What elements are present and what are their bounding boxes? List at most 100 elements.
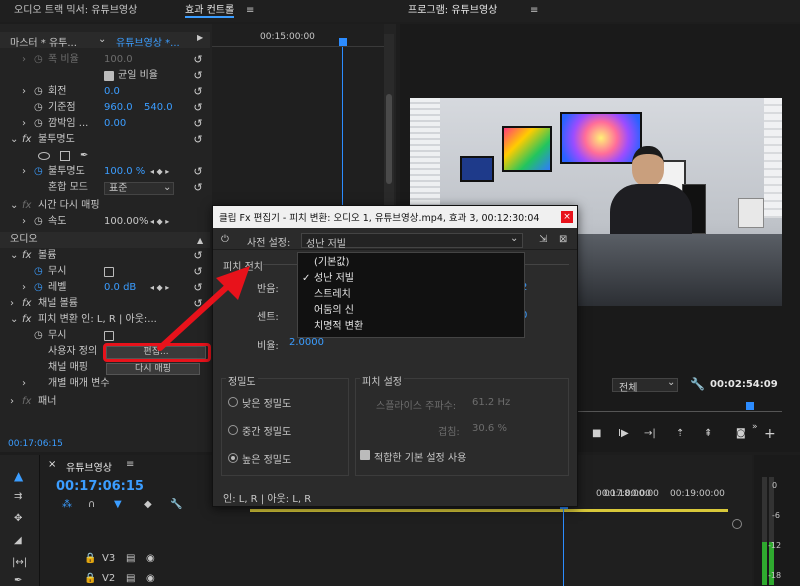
ec-playhead-marker[interactable] bbox=[339, 38, 347, 46]
stopwatch-icon[interactable]: ◷ bbox=[34, 52, 43, 68]
power-icon[interactable]: ⏻ bbox=[221, 234, 229, 245]
dialog-close-button[interactable]: × bbox=[561, 211, 573, 223]
expand-arrow-icon[interactable]: › bbox=[10, 296, 14, 312]
timeline-timecode[interactable]: 00:17:06:15 bbox=[56, 479, 144, 494]
pen-tool-icon[interactable]: ✒ bbox=[14, 575, 22, 586]
pen-mask-icon[interactable]: ✒ bbox=[80, 148, 88, 164]
bypass-checkbox[interactable] bbox=[104, 267, 114, 277]
add-button-icon[interactable]: + bbox=[764, 426, 776, 442]
razor-tool-icon[interactable]: ◢ bbox=[14, 535, 22, 546]
rectangle-mask-icon[interactable] bbox=[60, 151, 70, 161]
fx-icon[interactable]: fx bbox=[22, 296, 31, 312]
preset-option-dark-lord[interactable]: 어둠의 신 bbox=[314, 303, 354, 319]
speed-value[interactable]: 100.00% bbox=[104, 214, 149, 230]
anchor-y-value[interactable]: 540.0 bbox=[144, 100, 173, 116]
ellipse-mask-icon[interactable] bbox=[38, 152, 50, 160]
delete-preset-icon[interactable]: ⊠ bbox=[559, 234, 567, 245]
expand-arrow-icon[interactable]: › bbox=[22, 52, 26, 68]
fx-icon[interactable]: fx bbox=[22, 248, 31, 264]
expand-arrow-icon[interactable]: › bbox=[22, 376, 26, 392]
eye-icon[interactable]: ◉ bbox=[146, 553, 155, 564]
ec-scrollbar-thumb[interactable] bbox=[386, 94, 392, 184]
program-menu-icon[interactable]: ≡ bbox=[530, 4, 538, 18]
opacity-value[interactable]: 100.0 % bbox=[104, 164, 145, 180]
sequence-menu-icon[interactable]: ≡ bbox=[126, 459, 134, 470]
expand-arrow-icon[interactable]: › bbox=[22, 164, 26, 180]
keyframe-nav-icon[interactable]: ◂ ◆ ▸ bbox=[150, 214, 169, 230]
expand-arrow-icon[interactable]: › bbox=[10, 394, 14, 410]
default-settings-checkbox[interactable] bbox=[360, 450, 370, 460]
tab-effect-controls[interactable]: 효과 컨트롤 bbox=[185, 4, 235, 18]
work-area-bar[interactable] bbox=[250, 509, 728, 512]
stopwatch-icon[interactable]: ◷ bbox=[34, 116, 43, 132]
fx-icon[interactable]: fx bbox=[22, 132, 31, 148]
sync-lock-icon[interactable]: ▤ bbox=[126, 573, 135, 584]
triangle-up-icon[interactable]: ▲ bbox=[197, 233, 203, 249]
preset-option-deadly-shift[interactable]: 치명적 변환 bbox=[314, 319, 363, 335]
preset-option-stretch[interactable]: 스트레치 bbox=[314, 287, 351, 303]
reset-icon[interactable]: ↺ bbox=[192, 118, 204, 130]
collapse-arrow-icon[interactable]: ⌄ bbox=[10, 198, 18, 214]
export-frame-icon[interactable]: ◙ bbox=[736, 428, 746, 439]
eye-icon[interactable]: ◉ bbox=[146, 573, 155, 584]
expand-arrow-icon[interactable]: › bbox=[22, 214, 26, 230]
master-clip-label[interactable]: 마스터 * 유투... bbox=[10, 34, 77, 49]
timeline-scroll-end[interactable] bbox=[732, 519, 742, 529]
stopwatch-icon[interactable]: ◷ bbox=[34, 264, 43, 280]
more-controls-icon[interactable]: » bbox=[752, 422, 758, 432]
stopwatch-icon[interactable]: ◷ bbox=[34, 280, 43, 296]
stopwatch-icon[interactable]: ◷ bbox=[34, 100, 43, 116]
preset-option-angry-gerbil[interactable]: 성난 저빌 bbox=[314, 271, 354, 287]
tab-program[interactable]: 프로그램: 유튜브영상 bbox=[408, 4, 497, 18]
rotation-value[interactable]: 0.0 bbox=[104, 84, 120, 100]
slip-tool-icon[interactable]: |↔| bbox=[12, 557, 27, 568]
chevron-down-icon[interactable]: ⌄ bbox=[98, 34, 106, 45]
clip-name-label[interactable]: 유튜브영상 *... bbox=[116, 34, 180, 49]
remap-button[interactable]: 다시 매핑 bbox=[106, 363, 200, 375]
program-timebar[interactable] bbox=[576, 402, 782, 412]
reset-icon[interactable]: ↺ bbox=[192, 166, 204, 178]
extract-icon[interactable]: ⇞ bbox=[704, 428, 712, 439]
ec-current-time[interactable]: 00:17:06:15 bbox=[8, 439, 63, 449]
preset-select[interactable]: 성난 저빌 ⌄ bbox=[301, 233, 523, 250]
stop-icon[interactable]: ■ bbox=[592, 428, 601, 439]
triangle-right-icon[interactable]: ▶ bbox=[197, 33, 203, 42]
keyframe-nav-icon[interactable]: ◂ ◆ ▸ bbox=[150, 164, 169, 180]
collapse-arrow-icon[interactable]: ⌄ bbox=[10, 312, 18, 328]
reset-icon[interactable]: ↺ bbox=[192, 182, 204, 194]
close-icon[interactable]: × bbox=[48, 459, 56, 470]
stopwatch-icon[interactable]: ◷ bbox=[34, 84, 43, 100]
ratio-value[interactable]: 2.0000 bbox=[289, 337, 324, 348]
collapse-arrow-icon[interactable]: ⌄ bbox=[10, 132, 18, 148]
add-marker-icon[interactable]: ▼ bbox=[114, 499, 122, 510]
ripple-edit-icon[interactable]: ✥ bbox=[14, 513, 22, 524]
selection-tool-icon[interactable]: ▲ bbox=[14, 469, 23, 483]
track-select-icon[interactable]: ⇉ bbox=[14, 491, 22, 502]
marker-icon[interactable]: ◆ bbox=[144, 499, 152, 510]
precision-high-radio[interactable] bbox=[228, 453, 238, 463]
reset-icon[interactable]: ↺ bbox=[192, 86, 204, 98]
expand-arrow-icon[interactable]: › bbox=[22, 84, 26, 100]
level-value[interactable]: 0.0 dB bbox=[104, 280, 136, 296]
reset-icon[interactable]: ↺ bbox=[192, 102, 204, 114]
width-value[interactable]: 100.0 bbox=[104, 52, 133, 68]
play-in-out-icon[interactable]: I▶ bbox=[618, 428, 629, 439]
flicker-value[interactable]: 0.00 bbox=[104, 116, 126, 132]
lock-icon[interactable]: 🔒 bbox=[84, 553, 96, 564]
go-to-out-icon[interactable]: →| bbox=[644, 428, 656, 439]
bypass2-checkbox[interactable] bbox=[104, 331, 114, 341]
fit-select[interactable]: 전체 ⌄ bbox=[612, 377, 678, 394]
save-preset-icon[interactable]: ⇲ bbox=[539, 234, 547, 245]
track-label-v3[interactable]: V3 bbox=[102, 553, 115, 564]
snap-icon[interactable]: ⁂ bbox=[62, 499, 72, 510]
settings-wrench-icon[interactable]: 🔧 bbox=[170, 499, 182, 510]
sync-lock-icon[interactable]: ▤ bbox=[126, 553, 135, 564]
precision-mid-radio[interactable] bbox=[228, 425, 238, 435]
wrench-icon[interactable]: 🔧 bbox=[690, 377, 705, 391]
expand-arrow-icon[interactable]: › bbox=[22, 280, 26, 296]
track-label-v2[interactable]: V2 bbox=[102, 573, 115, 584]
linked-selection-icon[interactable]: ∩ bbox=[88, 499, 95, 510]
reset-icon[interactable]: ↺ bbox=[192, 70, 204, 82]
lock-icon[interactable]: 🔒 bbox=[84, 573, 96, 584]
preset-option-default[interactable]: (기본값) bbox=[314, 255, 349, 271]
